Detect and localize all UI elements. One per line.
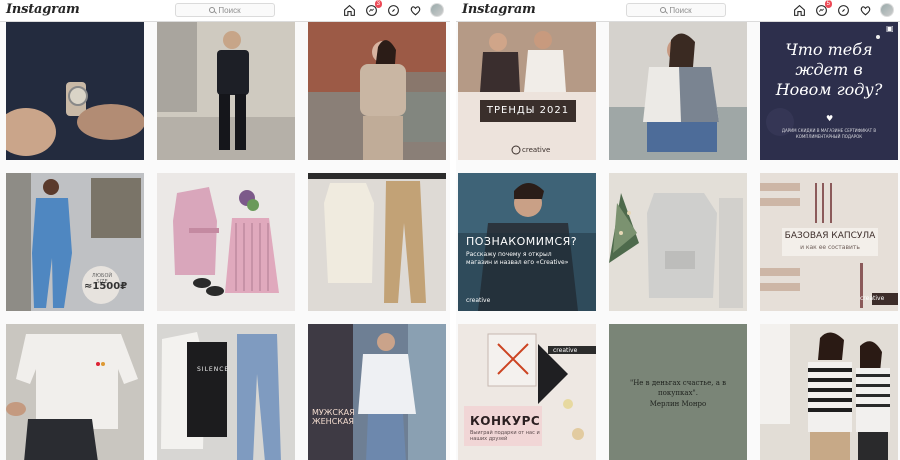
post-title: КОНКУРС — [470, 414, 541, 428]
search-icon — [660, 7, 667, 13]
post-man-black-outfit[interactable] — [157, 22, 295, 160]
post-lets-meet[interactable]: ПОЗНАКОМИМСЯ? Расскажу почему я открыл м… — [458, 173, 596, 311]
post-title: Что тебя ждет в Новом году? — [775, 40, 883, 99]
explore-compass-icon[interactable] — [386, 3, 400, 17]
post-white-tshirt-shorts[interactable] — [6, 324, 144, 460]
profile-avatar[interactable] — [880, 3, 894, 17]
post-image — [308, 324, 446, 460]
post-woman-shirt-jeans[interactable] — [609, 22, 747, 160]
activity-heart-icon[interactable] — [408, 3, 422, 17]
nav-icons: 3 — [342, 0, 444, 17]
post-title: ПОЗНАКОМИМСЯ? — [466, 235, 578, 248]
notification-badge: 5 — [824, 0, 832, 8]
screen-root: Instagram Поиск 3 ЛЮБОЙ SIZE ≈1500₽ SILE… — [0, 0, 900, 460]
brand-label: creative — [553, 347, 578, 354]
profile-avatar[interactable] — [430, 3, 444, 17]
right-top-navigation: Instagram Поиск 5 — [456, 0, 900, 22]
instagram-logo[interactable]: Instagram — [462, 2, 536, 17]
post-woman-graphic-tee[interactable]: МУЖСКАЯ ЖЕНСКАЯ — [308, 324, 446, 460]
post-image — [760, 324, 898, 460]
post-base-capsule[interactable]: БАЗОВАЯ КАПСУЛА и как ее составить creat… — [760, 173, 898, 311]
left-top-navigation: Instagram Поиск 3 — [0, 0, 450, 22]
heart-icon: ♥ — [826, 114, 834, 123]
activity-heart-icon[interactable] — [858, 3, 872, 17]
brand-label: creative — [522, 146, 551, 154]
price-tag-value: ≈1500₽ — [84, 281, 128, 292]
direct-messages-icon[interactable]: 3 — [364, 0, 382, 17]
brand-label: creative — [466, 297, 491, 304]
post-denim-jacket-set[interactable]: SILENCE — [157, 324, 295, 460]
post-image — [6, 22, 144, 160]
post-grey-hoodie-tree[interactable] — [609, 173, 747, 311]
post-image — [609, 173, 747, 311]
post-image — [157, 173, 295, 311]
post-title: ТРЕНДЫ 2021 — [486, 105, 570, 116]
reel-icon: ▣ — [886, 24, 894, 33]
post-image — [6, 324, 144, 460]
nav-icons: 5 — [792, 0, 894, 17]
post-woman-beige-knit[interactable] — [308, 22, 446, 160]
post-subtitle: Выиграй подарки от нас и наших друзей — [470, 430, 540, 442]
post-subtitle: и как ее составить — [800, 244, 860, 251]
post-image — [157, 324, 295, 460]
search-input[interactable]: Поиск — [175, 3, 275, 17]
post-image — [308, 22, 446, 160]
post-image — [760, 173, 898, 311]
instagram-logo[interactable]: Instagram — [6, 2, 80, 17]
post-title: БАЗОВАЯ КАПСУЛА — [784, 231, 876, 241]
post-man-dark-shirt[interactable] — [6, 22, 144, 160]
post-text: Расскажу почему я открыл магазин и назва… — [466, 251, 569, 266]
post-white-top-beige-pants[interactable] — [308, 173, 446, 311]
search-placeholder: Поиск — [669, 5, 692, 15]
post-image — [157, 22, 295, 160]
post-two-women-striped[interactable] — [760, 324, 898, 460]
post-new-year-question[interactable]: Что тебя ждет в Новом году? ♥ ДАРИМ СКИД… — [760, 22, 898, 160]
explore-compass-icon[interactable] — [836, 3, 850, 17]
post-image — [609, 22, 747, 160]
post-pink-blazer-flatlay[interactable] — [157, 173, 295, 311]
search-icon — [209, 7, 216, 13]
post-image — [458, 22, 596, 160]
notification-badge: 3 — [374, 0, 382, 8]
quote-author: Мерлин Монро — [649, 400, 707, 408]
home-icon[interactable] — [342, 3, 356, 17]
post-contest-gifts[interactable]: КОНКУРС Выиграй подарки от нас и наших д… — [458, 324, 596, 460]
store-sign-text: МУЖСКАЯ ЖЕНСКАЯ — [312, 408, 355, 426]
quote-text: "Не в деньгах счастье, а в покупках". — [629, 379, 727, 397]
left-profile-panel: Instagram Поиск 3 ЛЮБОЙ SIZE ≈1500₽ SILE… — [0, 0, 450, 460]
post-blue-jumpsuit[interactable]: ЛЮБОЙ SIZE ≈1500₽ — [6, 173, 144, 311]
search-input[interactable]: Поиск — [626, 3, 726, 17]
home-icon[interactable] — [792, 3, 806, 17]
post-subtitle: ДАРИМ СКИДКИ В МАГАЗИНЕ СЕРТИФИКАТ В КОМ… — [781, 128, 877, 139]
direct-messages-icon[interactable]: 5 — [814, 0, 832, 17]
post-monroe-quote[interactable]: "Не в деньгах счастье, а в покупках". Ме… — [609, 324, 747, 460]
search-placeholder: Поиск — [218, 5, 241, 15]
brand-label: creative — [860, 295, 885, 302]
post-image — [308, 173, 446, 311]
post-trends-2021[interactable]: ТРЕНДЫ 2021 creative — [458, 22, 596, 160]
shirt-print-text: SILENCE — [197, 366, 230, 373]
right-profile-panel: Instagram Поиск 5 ТРЕНДЫ 2021 creative Ч… — [450, 0, 900, 460]
